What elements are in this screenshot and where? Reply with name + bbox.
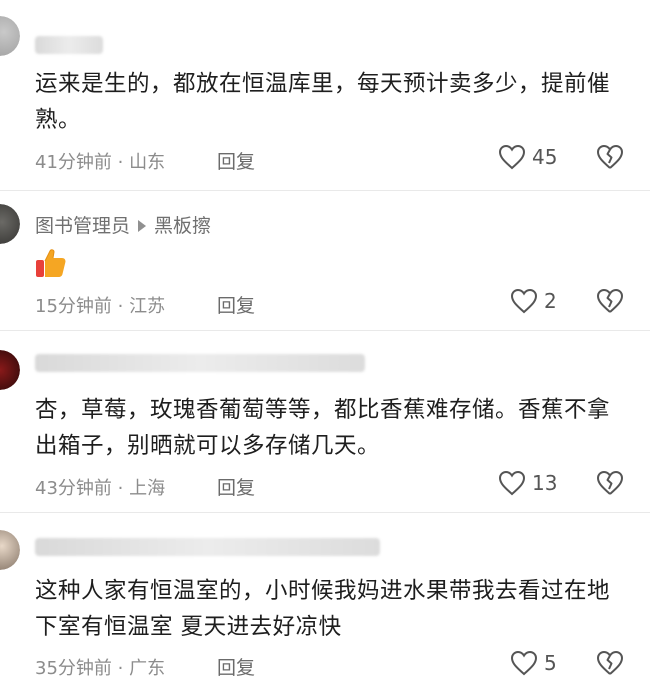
like-button[interactable]: 2 [510,288,557,314]
like-count: 5 [544,651,557,675]
broken-heart-icon [597,289,623,313]
heart-icon [510,288,538,314]
comment-meta: 41分钟前 · 山东 [35,152,166,173]
comment-1: 运来是生的，都放在恒温库里，每天预计卖多少，提前催熟。 41分钟前 · 山东 回… [0,0,650,190]
comment-3: 杏，草莓，玫瑰香葡萄等等，都比香蕉难存储。香蕉不拿出箱子，别晒就可以多存储几天。… [0,330,650,512]
reply-button[interactable]: 回复 [217,473,255,500]
reply-button[interactable]: 回复 [217,147,255,174]
avatar[interactable] [0,530,20,570]
like-button[interactable]: 13 [498,470,557,496]
avatar[interactable] [0,204,20,244]
heart-icon [510,650,538,676]
broken-heart-icon [597,471,623,495]
dislike-button[interactable] [596,288,624,318]
reply-button[interactable]: 回复 [217,653,255,680]
username-text[interactable]: 图书管理员 [35,215,130,237]
reply-to-arrow-icon [138,219,147,232]
username-redacted [35,354,365,372]
comment-meta: 15分钟前 · 江苏 [35,296,166,317]
comment-text: 运来是生的，都放在恒温库里，每天预计卖多少，提前催熟。 [35,71,611,133]
dislike-button[interactable] [596,144,624,174]
reply-to-username[interactable]: 黑板擦 [154,215,211,237]
broken-heart-icon [597,651,623,675]
like-count: 2 [544,289,557,313]
dislike-button[interactable] [596,470,624,500]
comment-4: 这种人家有恒温室的，小时候我妈进水果带我去看过在地下室有恒温室 夏天进去好凉快 … [0,512,650,699]
dislike-button[interactable] [596,650,624,680]
comment-2: 图书管理员 黑板擦 15分钟前 · 江苏 回复 2 [0,190,650,330]
like-button[interactable]: 5 [510,650,557,676]
username: 图书管理员 黑板擦 [35,211,211,238]
username-redacted [35,36,103,54]
comment-text: 杏，草莓，玫瑰香葡萄等等，都比香蕉难存储。香蕉不拿出箱子，别晒就可以多存储几天。 [35,397,611,459]
like-count: 13 [532,471,558,495]
heart-icon [498,144,526,170]
comment-text: 这种人家有恒温室的，小时候我妈进水果带我去看过在地下室有恒温室 夏天进去好凉快 [35,578,611,640]
heart-icon [498,470,526,496]
reply-button[interactable]: 回复 [217,291,255,318]
comment-meta: 43分钟前 · 上海 [35,478,166,499]
comment-meta: 35分钟前 · 广东 [35,658,166,679]
avatar[interactable] [0,350,20,390]
like-button[interactable]: 45 [498,144,557,170]
thumbs-up-icon [35,247,67,283]
username-redacted [35,538,380,556]
broken-heart-icon [597,145,623,169]
like-count: 45 [532,145,558,169]
avatar[interactable] [0,16,20,56]
